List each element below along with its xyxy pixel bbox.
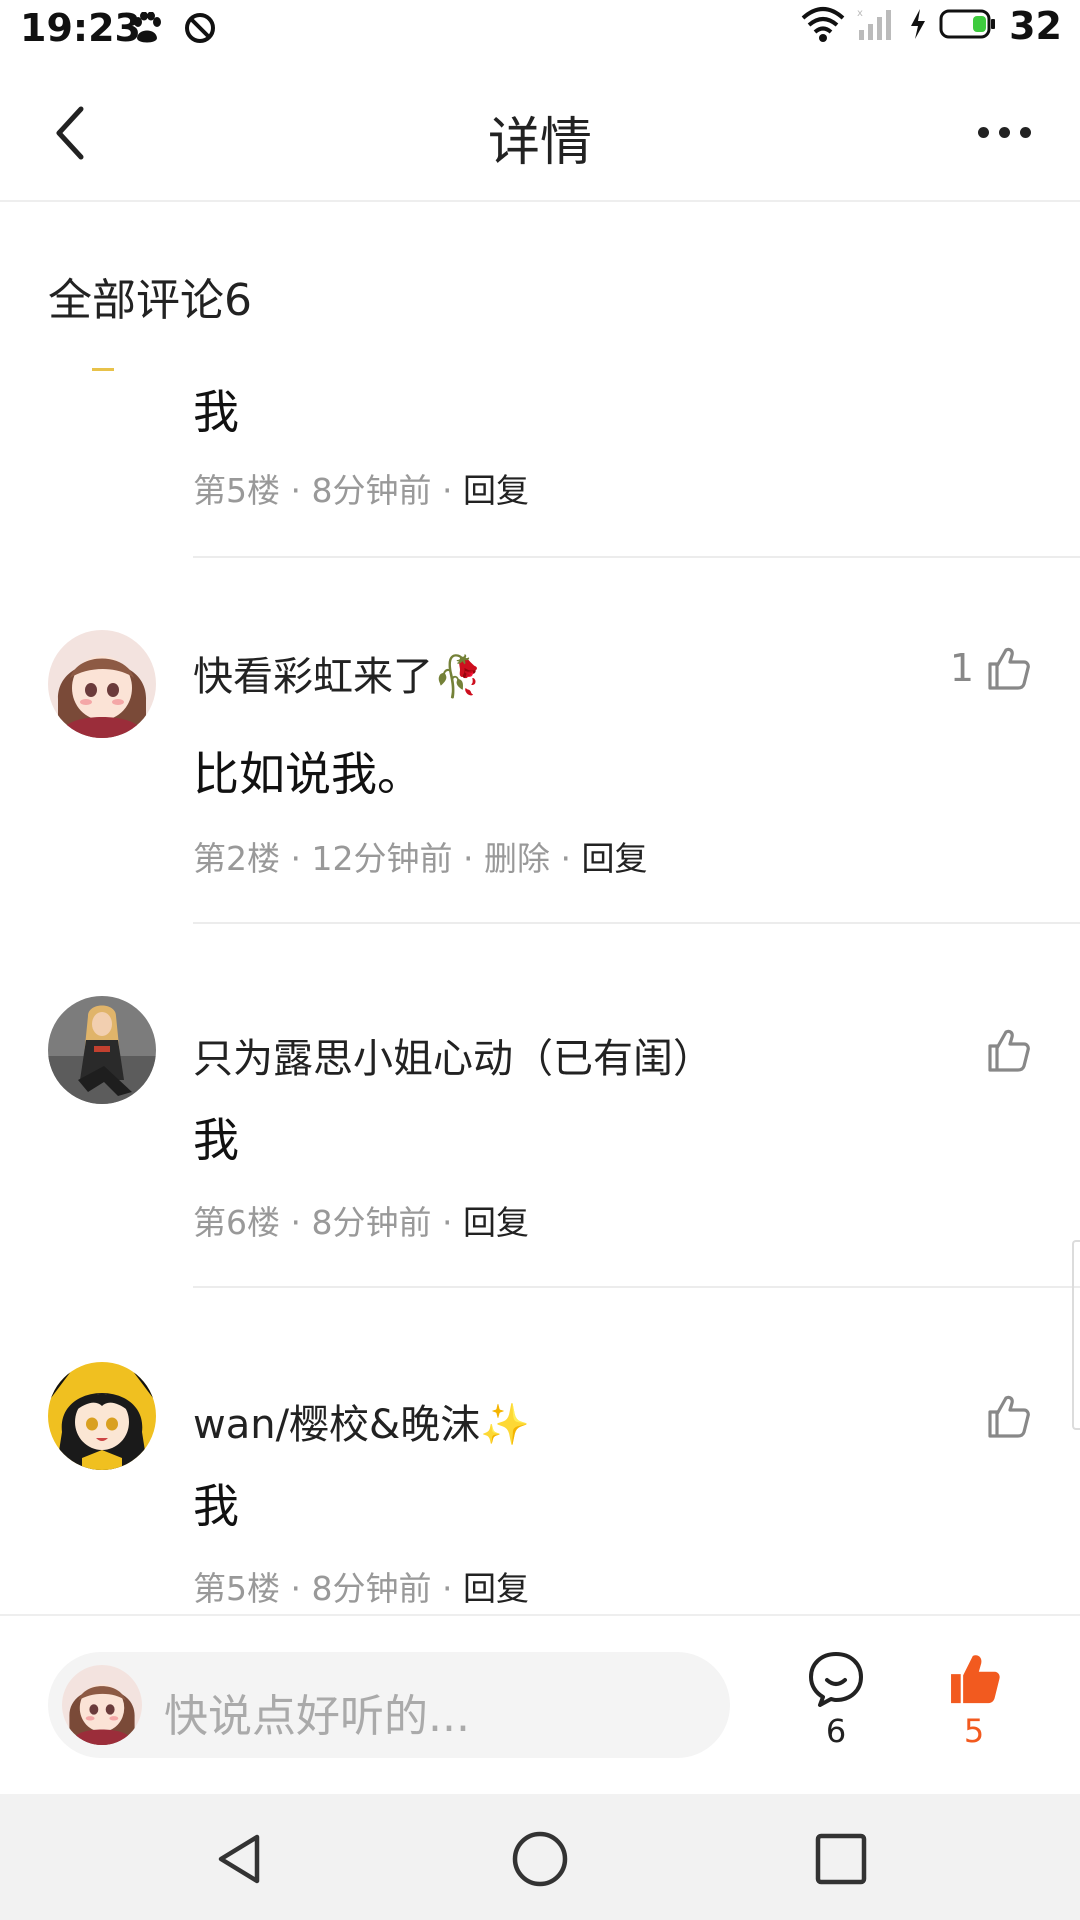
more-dot-icon (977, 126, 989, 138)
signal-icon: x (857, 6, 897, 46)
more-dot-icon (1019, 126, 1031, 138)
no-disturb-icon (184, 12, 216, 48)
thumbs-up-icon (988, 647, 1030, 690)
comment-author[interactable]: wan/樱校&晚沫✨ (193, 1392, 530, 1450)
like-button[interactable]: 1 (950, 644, 1032, 692)
status-time: 19:23 (20, 6, 141, 50)
comment-author[interactable]: 只为露思小姐心动（已有闺） (193, 1026, 713, 1084)
thumbs-up-filled-icon (951, 1655, 1000, 1704)
comment-time: 8分钟前 (311, 1569, 432, 1608)
meta-separator: · (290, 1203, 312, 1242)
meta-separator: · (462, 839, 484, 878)
comment-floor: 第6楼 (193, 1203, 280, 1242)
back-triangle-icon (218, 1834, 260, 1884)
recents-square-icon (815, 1833, 867, 1885)
reply-button[interactable]: 回复 (581, 839, 647, 878)
comment-body: 我 (193, 1113, 239, 1167)
comment-meta: 第2楼 · 12分钟前 · 删除 · 回复 (193, 832, 647, 880)
more-button[interactable] (964, 102, 1044, 162)
meta-separator: · (441, 471, 463, 510)
home-circle-icon (512, 1831, 568, 1887)
nav-back-button[interactable] (206, 1824, 276, 1894)
nav-home-button[interactable] (505, 1824, 575, 1894)
divider (193, 1286, 1080, 1288)
page-title: 详情 (487, 113, 592, 173)
meta-separator: · (441, 1569, 463, 1608)
comment-time: 12分钟前 (311, 839, 453, 878)
reply-button[interactable]: 回复 (463, 1203, 529, 1242)
svg-text:x: x (857, 8, 863, 19)
status-left-icons (132, 11, 216, 48)
comment-body: 我 (193, 385, 239, 439)
comment-body: 我 (193, 1479, 239, 1533)
more-dot-icon (998, 126, 1010, 138)
status-bar: 19:23 x 32 (0, 0, 1080, 62)
header: 详情 (0, 62, 1080, 202)
comment-author[interactable]: 快看彩虹来了🥀 (193, 644, 483, 702)
comment-body: 比如说我。 (193, 747, 423, 801)
baidu-paw-icon (132, 11, 162, 48)
avatar[interactable] (48, 996, 156, 1104)
battery-level: 32 (1009, 4, 1062, 48)
like-post-button[interactable]: 5 (924, 1650, 1024, 1750)
like-button[interactable] (974, 1392, 1032, 1440)
scrollbar[interactable] (1072, 1240, 1080, 1430)
meta-separator: · (560, 839, 582, 878)
avatar[interactable] (48, 1362, 156, 1470)
system-nav-bar (0, 1794, 1080, 1920)
comment-meta: 第5楼 · 8分钟前 · 回复 (193, 1562, 529, 1610)
input-placeholder: 快说点好听的... (164, 1691, 470, 1742)
meta-separator: · (290, 1569, 312, 1608)
divider (193, 922, 1080, 924)
comment-time: 8分钟前 (311, 471, 432, 510)
comment-meta: 第6楼 · 8分钟前 · 回复 (193, 1196, 529, 1244)
like-count: 1 (949, 646, 974, 690)
like-button[interactable] (974, 1026, 1032, 1074)
reply-button[interactable]: 回复 (463, 471, 529, 510)
reply-button[interactable]: 回复 (463, 1569, 529, 1608)
comments-button[interactable]: 6 (786, 1650, 886, 1750)
avatar (62, 1665, 142, 1745)
avatar[interactable] (48, 630, 156, 738)
thumbs-up-icon (988, 1395, 1030, 1438)
comment-bubble-icon (809, 1652, 863, 1707)
battery-icon (939, 8, 997, 44)
comment-floor: 第5楼 (193, 471, 280, 510)
comment-count: 6 (825, 1712, 847, 1750)
status-right: x 32 (801, 4, 1062, 48)
comment-meta: 第5楼 · 8分钟前 · 回复 (193, 464, 529, 512)
comments-heading: 全部评论6 (48, 275, 252, 326)
comment-floor: 第5楼 (193, 1569, 280, 1608)
meta-separator: · (441, 1203, 463, 1242)
bottom-bar: 快说点好听的... 6 5 (0, 1614, 1080, 1794)
nav-recents-button[interactable] (806, 1824, 876, 1894)
thumbs-up-icon (988, 1029, 1030, 1072)
avatar-edge (92, 368, 114, 371)
wifi-icon (801, 6, 845, 46)
charging-icon (909, 9, 927, 43)
comment-time: 8分钟前 (311, 1203, 432, 1242)
comment-input[interactable]: 快说点好听的... (48, 1652, 730, 1758)
meta-separator: · (290, 839, 312, 878)
meta-separator: · (290, 471, 312, 510)
screen: 19:23 x 32 详情 全部评论6 我 第5楼 · 8分钟前 · 回复 快看… (0, 0, 1080, 1920)
delete-button[interactable]: 删除 (484, 839, 550, 878)
divider (193, 556, 1080, 558)
like-count: 5 (963, 1712, 985, 1750)
comment-floor: 第2楼 (193, 839, 280, 878)
